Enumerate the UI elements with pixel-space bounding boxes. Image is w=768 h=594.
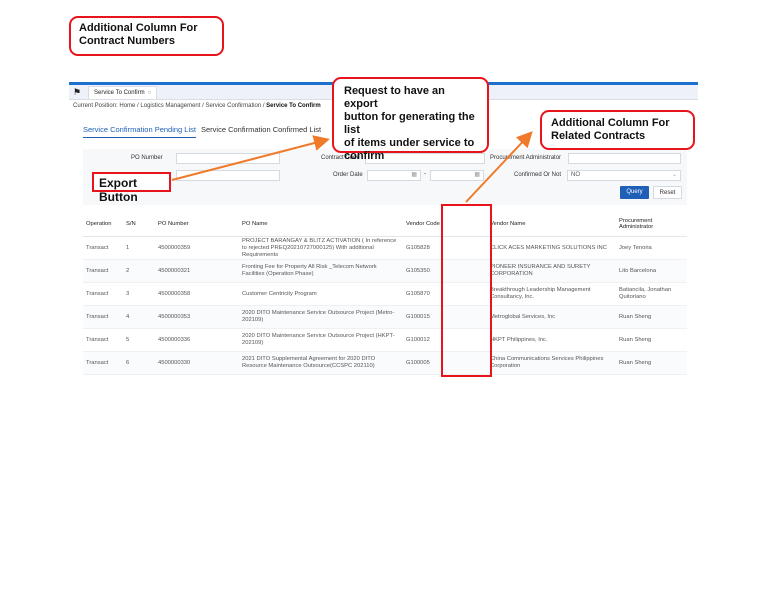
- annotation-arrows: [171, 131, 533, 203]
- arrow-to-export-request: [171, 135, 330, 181]
- arrow-to-related-contracts: [465, 131, 533, 203]
